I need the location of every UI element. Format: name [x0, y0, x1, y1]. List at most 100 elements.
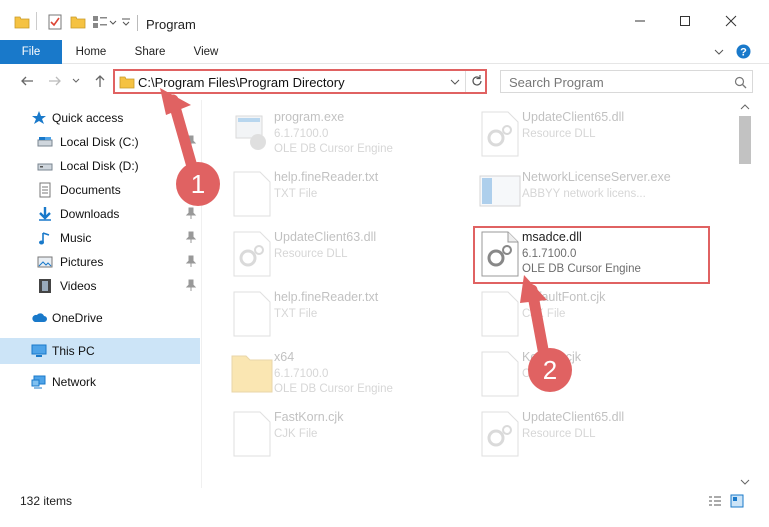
- up-button[interactable]: [90, 71, 110, 91]
- file-detail: 6.1.7100.0: [274, 368, 329, 380]
- file-icon: [481, 351, 519, 397]
- file-name: Korean.cjk: [522, 350, 582, 364]
- customize-toolbar-icon[interactable]: [121, 14, 131, 30]
- sidebar-item-this-pc[interactable]: This PC: [0, 338, 200, 364]
- sidebar-item-videos[interactable]: Videos: [0, 274, 200, 298]
- sidebar-item-label: This PC: [52, 344, 95, 358]
- file-tile[interactable]: DefaultFont.cjk CJK File: [476, 286, 726, 342]
- ribbon-tabs: File Home Share View ?: [0, 40, 769, 64]
- sidebar-item-onedrive[interactable]: OneDrive: [0, 306, 200, 330]
- close-button[interactable]: [708, 6, 754, 36]
- view-options-icon[interactable]: [92, 14, 108, 30]
- file-detail: TXT File: [274, 188, 318, 200]
- recent-locations-button[interactable]: [70, 71, 82, 91]
- file-name: msadce.dll: [522, 230, 582, 244]
- new-folder-icon[interactable]: [70, 14, 86, 30]
- exe-icon: [479, 175, 521, 207]
- file-list: program.exe 6.1.7100.0 OLE DB Cursor Eng…: [203, 100, 737, 488]
- dll-icon: [481, 411, 519, 457]
- folder-icon: [14, 16, 30, 29]
- details-view-icon[interactable]: [708, 494, 722, 508]
- address-bar[interactable]: C:\Program Files\Program Directory: [113, 69, 487, 94]
- file-tile[interactable]: UpdateClient65.dll Resource DLL: [476, 406, 726, 462]
- cloud-icon: [32, 313, 47, 322]
- forward-button[interactable]: [45, 71, 65, 91]
- pin-icon[interactable]: [185, 231, 197, 243]
- scrollbar-thumb[interactable]: [739, 116, 751, 164]
- file-tile[interactable]: FastKorn.cjk CJK File: [228, 406, 478, 462]
- drive-icon: [37, 163, 53, 171]
- expand-ribbon-icon[interactable]: [713, 46, 725, 58]
- sidebar-item-label: Quick access: [52, 111, 124, 125]
- music-icon: [39, 232, 50, 245]
- search-input[interactable]: Search Program: [509, 75, 604, 90]
- file-tile[interactable]: NetworkLicenseServer.exe ABBYY network l…: [476, 166, 726, 222]
- vertical-scrollbar[interactable]: [737, 100, 754, 488]
- sidebar-item-network[interactable]: Network: [0, 370, 200, 394]
- sidebar-item-documents[interactable]: Documents: [0, 178, 200, 202]
- file-tile-msadce[interactable]: msadce.dll 6.1.7100.0 OLE DB Cursor Engi…: [476, 226, 726, 282]
- window-title: Program: [146, 17, 196, 32]
- maximize-button[interactable]: [662, 6, 708, 36]
- pictures-icon: [37, 256, 53, 268]
- properties-icon[interactable]: [47, 14, 63, 30]
- sidebar-item-label: Network: [52, 375, 97, 389]
- file-name: help.fineReader.txt: [274, 290, 379, 304]
- address-path[interactable]: C:\Program Files\Program Directory: [138, 75, 345, 90]
- pin-icon[interactable]: [185, 207, 197, 219]
- sidebar-item-downloads[interactable]: Downloads: [0, 202, 200, 226]
- arrow-right-icon: [49, 76, 61, 86]
- file-detail: Resource DLL: [522, 428, 596, 440]
- file-name: FastKorn.cjk: [274, 410, 344, 424]
- chevron-down-icon: [72, 78, 80, 83]
- file-tile[interactable]: UpdateClient65.dll Resource DLL: [476, 106, 726, 162]
- back-button[interactable]: [17, 71, 37, 91]
- star-icon: [32, 111, 46, 124]
- scroll-down-icon[interactable]: [740, 478, 750, 486]
- minimize-button[interactable]: [617, 6, 663, 36]
- search-box[interactable]: Search Program: [500, 70, 753, 93]
- file-detail: OLE DB Cursor Engine: [522, 263, 641, 275]
- pin-icon[interactable]: [185, 135, 197, 147]
- file-tile[interactable]: UpdateClient63.dll Resource DLL: [228, 226, 478, 282]
- txt-icon: [233, 171, 271, 217]
- svg-text:?: ?: [740, 47, 747, 59]
- chevron-down-icon[interactable]: [450, 77, 460, 87]
- tab-share[interactable]: Share: [126, 40, 174, 64]
- pin-icon[interactable]: [185, 255, 197, 267]
- search-icon[interactable]: [734, 76, 747, 89]
- arrow-up-icon: [95, 75, 105, 87]
- file-detail: TXT File: [274, 308, 318, 320]
- close-icon: [725, 15, 737, 27]
- file-name: NetworkLicenseServer.exe: [522, 170, 671, 184]
- sidebar-item-quick-access[interactable]: Quick access: [0, 106, 200, 130]
- file-tile[interactable]: x64 6.1.7100.0 OLE DB Cursor Engine: [228, 346, 478, 402]
- minimize-icon: [635, 20, 645, 22]
- tab-view[interactable]: View: [184, 40, 228, 64]
- large-icons-view-icon[interactable]: [730, 494, 744, 508]
- file-icon: [233, 411, 271, 457]
- sidebar-item-local-disk-d[interactable]: Local Disk (D:): [0, 154, 200, 178]
- tab-home[interactable]: Home: [68, 40, 114, 64]
- txt-icon: [233, 291, 271, 337]
- chevron-down-icon[interactable]: [108, 14, 118, 30]
- sidebar-item-pictures[interactable]: Pictures: [0, 250, 200, 274]
- exe-icon: [235, 115, 266, 150]
- dll-icon: [481, 231, 519, 277]
- refresh-icon[interactable]: [470, 74, 484, 88]
- sidebar-item-local-disk-c[interactable]: Local Disk (C:): [0, 130, 200, 154]
- sidebar-item-label: OneDrive: [52, 311, 103, 325]
- tab-file[interactable]: File: [0, 40, 62, 64]
- videos-icon: [39, 279, 51, 293]
- file-tile[interactable]: help.fineReader.txt TXT File: [228, 166, 478, 222]
- file-tile[interactable]: Korean.cjk CJK File: [476, 346, 726, 402]
- pin-icon[interactable]: [185, 279, 197, 291]
- file-name: program.exe: [274, 110, 345, 124]
- file-name: UpdateClient65.dll: [522, 110, 625, 124]
- sidebar-item-music[interactable]: Music: [0, 226, 200, 250]
- help-icon[interactable]: ?: [736, 44, 751, 59]
- file-tile[interactable]: help.fineReader.txt TXT File: [228, 286, 478, 342]
- scroll-up-icon[interactable]: [740, 103, 750, 111]
- file-name: x64: [274, 350, 295, 364]
- file-tile[interactable]: program.exe 6.1.7100.0 OLE DB Cursor Eng…: [228, 106, 478, 162]
